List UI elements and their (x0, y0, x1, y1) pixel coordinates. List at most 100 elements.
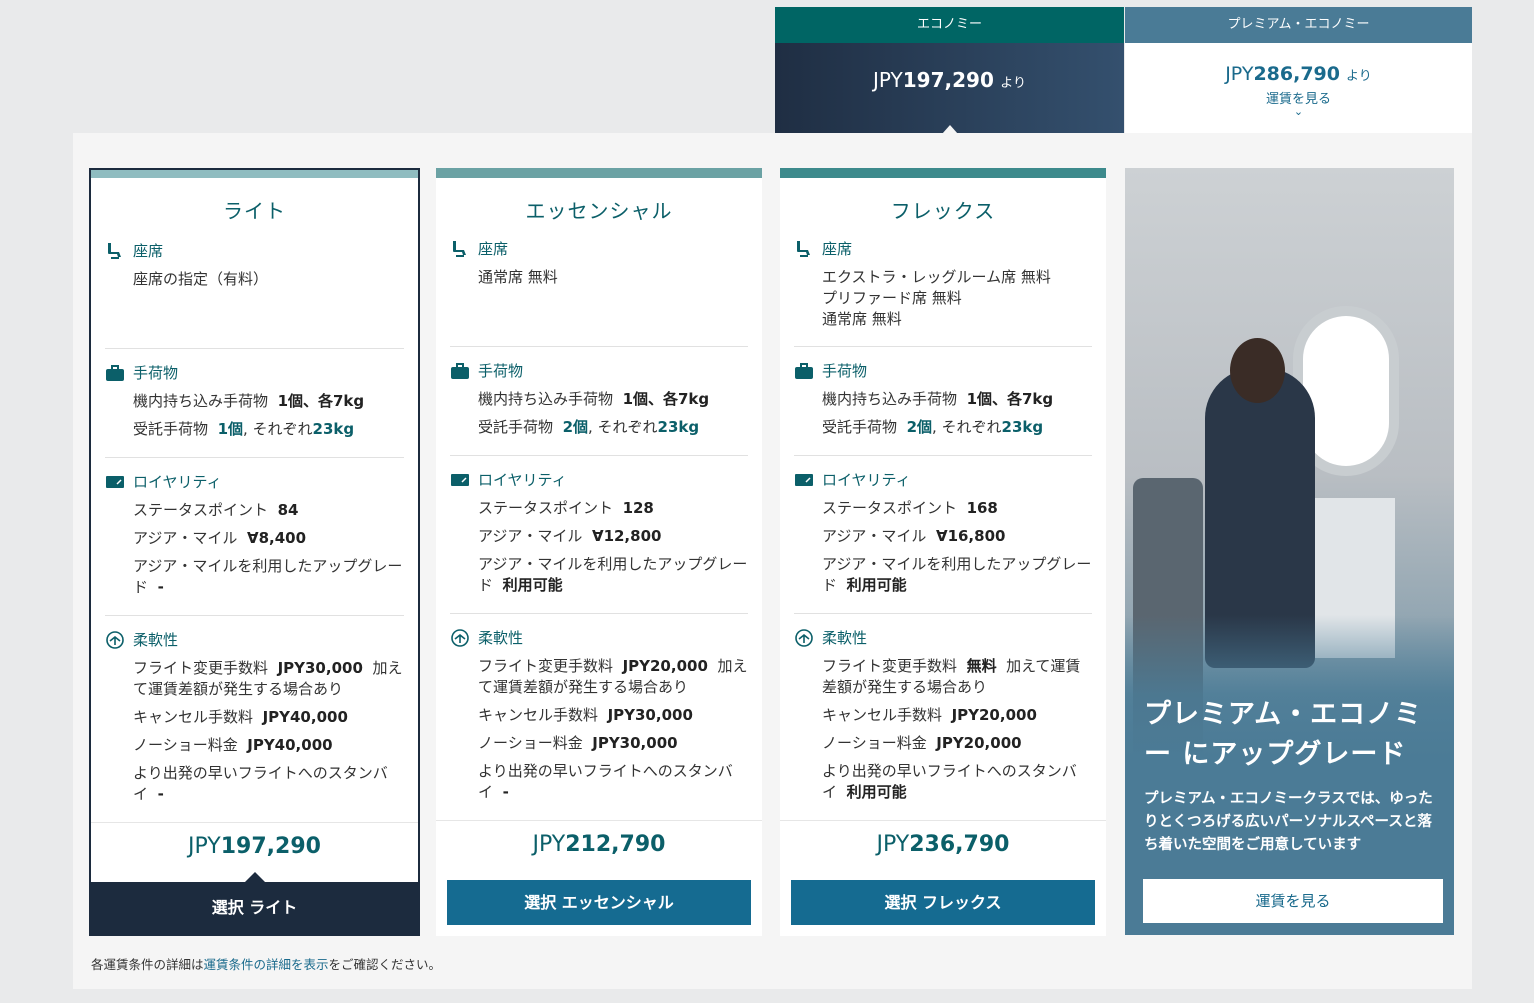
flexibility-section: 柔軟性 フライト変更手数料 JPY30,000 加えて運賃差額が発生する場合あり… (105, 629, 404, 805)
carry-on-line: 機内持ち込み手荷物 1個、各7kg (822, 390, 1054, 408)
loyalty-card-icon (795, 474, 813, 486)
asia-miles-icon: Ɐ (591, 527, 604, 545)
divider (450, 346, 748, 347)
seat-section-heading: 座席 (794, 238, 1092, 260)
standby-line: より出発の早いフライトへのスタンバイ 利用可能 (822, 762, 1077, 801)
chevron-down-icon[interactable]: ⌄ (1125, 106, 1472, 117)
loyalty-section: ロイヤリティ ステータスポイント 128 アジア・マイル Ɐ12,800 アジア… (450, 469, 748, 596)
cancel-fee-line: キャンセル手数料 JPY20,000 (822, 706, 1037, 724)
checked-baggage-line: 受託手荷物 2個, それぞれ23kg (822, 418, 1044, 436)
standby-line: より出発の早いフライトへのスタンバイ - (133, 764, 388, 803)
loyalty-section-heading: ロイヤリティ (105, 471, 404, 493)
upgrade-promo-card: プレミアム・エコノミー にアップグレード プレミアム・エコノミークラスでは、ゆっ… (1125, 168, 1454, 935)
divider (450, 455, 748, 456)
card-topbar (780, 168, 1106, 178)
flexibility-section-heading: 柔軟性 (450, 627, 748, 649)
seat-section: 座席 エクストラ・レッグルーム席 無料 プリファード席 無料 通常席 無料 (794, 238, 1092, 330)
loyalty-section-heading: ロイヤリティ (450, 469, 748, 491)
select-lite-button[interactable]: 選択 ライト (91, 872, 418, 934)
loyalty-card-icon (106, 476, 124, 488)
selected-caret (244, 872, 265, 882)
baggage-icon (451, 363, 469, 379)
carry-on-line: 機内持ち込み手荷物 1個、各7kg (478, 390, 710, 408)
asia-miles-line: アジア・マイル Ɐ16,800 (822, 527, 1006, 545)
no-show-fee-line: ノーショー料金 JPY20,000 (822, 734, 1022, 752)
passenger-head-image (1230, 338, 1285, 403)
upgrade-title: プレミアム・エコノミー にアップグレード (1144, 699, 1423, 770)
loyalty-section: ロイヤリティ ステータスポイント 84 アジア・マイル Ɐ8,400 アジア・マ… (105, 471, 404, 598)
status-points-line: ステータスポイント 168 (822, 499, 998, 517)
fare-card[interactable]: エッセンシャル 座席 通常席 無料 手荷物 機内持ち込み手荷物 1個、各7kg … (436, 168, 762, 936)
carry-on-line: 機内持ち込み手荷物 1個、各7kg (133, 392, 365, 410)
asia-miles-icon: Ɐ (246, 529, 259, 547)
select-fare-button[interactable]: 選択 フレックス (791, 880, 1095, 925)
flexibility-section: 柔軟性 フライト変更手数料 無料 加えて運賃差額が発生する場合あり キャンセル手… (794, 627, 1092, 803)
fare-title: ライト (223, 199, 286, 223)
cancel-fee-line: キャンセル手数料 JPY40,000 (133, 708, 348, 726)
divider (794, 613, 1092, 614)
change-fee-line: フライト変更手数料 JPY30,000 加えて運賃差額が発生する場合あり (133, 659, 403, 698)
flexibility-icon (795, 629, 813, 647)
upgrade-see-fares-button[interactable]: 運賃を見る (1143, 879, 1443, 923)
fare-price: JPY212,790 (532, 832, 666, 857)
economy-from-price: JPY197,290 より (873, 68, 1026, 92)
fare-price: JPY197,290 (188, 834, 321, 859)
status-points-line: ステータスポイント 128 (478, 499, 654, 517)
cancel-fee-line: キャンセル手数料 JPY30,000 (478, 706, 693, 724)
seat-icon (108, 243, 121, 259)
seat-section-heading: 座席 (450, 238, 748, 260)
seat-section: 座席 通常席 無料 (450, 238, 748, 288)
tab-premium-body[interactable]: JPY286,790 より 運賃を見る ⌄ (1125, 43, 1472, 133)
flexibility-section: 柔軟性 フライト変更手数料 JPY20,000 加えて運賃差額が発生する場合あり… (450, 627, 748, 803)
fare-title: エッセンシャル (525, 199, 673, 223)
baggage-icon (106, 365, 124, 381)
change-fee-line: フライト変更手数料 JPY20,000 加えて運賃差額が発生する場合あり (478, 657, 748, 696)
checked-baggage-line: 受託手荷物 1個, それぞれ23kg (133, 420, 355, 438)
flexibility-icon (451, 629, 469, 647)
select-fare-button[interactable]: 選択 エッセンシャル (447, 880, 751, 925)
seat-section-heading: 座席 (105, 240, 404, 262)
divider (105, 615, 404, 616)
seat-benefit-line: 通常席 無料 (822, 310, 902, 328)
seat-icon (453, 241, 466, 257)
fare-conditions-link[interactable]: 運賃条件の詳細を表示 (204, 957, 329, 972)
standby-line: より出発の早いフライトへのスタンバイ - (478, 762, 733, 801)
seat-benefit-line: 座席の指定（有料） (133, 270, 269, 288)
premium-from-price: JPY286,790 より (1225, 63, 1372, 85)
seat-section: 座席 座席の指定（有料） (105, 240, 404, 290)
loyalty-section: ロイヤリティ ステータスポイント 168 アジア・マイル Ɐ16,800 アジア… (794, 469, 1092, 596)
tab-economy-body[interactable]: JPY197,290 より (775, 43, 1124, 134)
seat-icon (797, 241, 810, 257)
fare-card[interactable]: ライト 座席 座席の指定（有料） 手荷物 機内持ち込み手荷物 1個、各7kg 受… (89, 168, 420, 936)
loyalty-section-heading: ロイヤリティ (794, 469, 1092, 491)
tab-premium-label: プレミアム・エコノミー (1125, 7, 1472, 43)
baggage-icon (795, 363, 813, 379)
baggage-section-heading: 手荷物 (450, 360, 748, 382)
seat-benefit-line: 通常席 無料 (478, 268, 558, 286)
tab-economy[interactable]: エコノミー JPY197,290 より (775, 7, 1124, 134)
miles-upgrade-line: アジア・マイルを利用したアップグレード 利用可能 (822, 555, 1092, 594)
baggage-section-heading: 手荷物 (105, 362, 404, 384)
upgrade-description: プレミアム・エコノミークラスでは、ゆったりとくつろげる広いパーソナルスペースと落… (1144, 791, 1433, 853)
card-topbar (91, 170, 418, 178)
tab-premium-economy[interactable]: プレミアム・エコノミー JPY286,790 より 運賃を見る ⌄ (1125, 7, 1472, 133)
miles-upgrade-line: アジア・マイルを利用したアップグレード 利用可能 (478, 555, 748, 594)
divider (450, 613, 748, 614)
flexibility-section-heading: 柔軟性 (105, 629, 404, 651)
loyalty-card-icon (451, 474, 469, 486)
checked-baggage-line: 受託手荷物 2個, それぞれ23kg (478, 418, 700, 436)
divider (105, 457, 404, 458)
baggage-section: 手荷物 機内持ち込み手荷物 1個、各7kg 受託手荷物 1個, それぞれ23kg (105, 362, 404, 440)
cabin-window-image (1303, 316, 1389, 466)
baggage-section-heading: 手荷物 (794, 360, 1092, 382)
flexibility-icon (106, 631, 124, 649)
divider (794, 455, 1092, 456)
asia-miles-icon: Ɐ (935, 527, 948, 545)
flexibility-section-heading: 柔軟性 (794, 627, 1092, 649)
baggage-section: 手荷物 機内持ち込み手荷物 1個、各7kg 受託手荷物 2個, それぞれ23kg (450, 360, 748, 438)
price-divider (780, 820, 1106, 821)
no-show-fee-line: ノーショー料金 JPY30,000 (478, 734, 678, 752)
fare-card[interactable]: フレックス 座席 エクストラ・レッグルーム席 無料 プリファード席 無料 通常席 無… (780, 168, 1106, 936)
fare-title: フレックス (890, 199, 996, 223)
change-fee-line: フライト変更手数料 無料 加えて運賃差額が発生する場合あり (822, 657, 1081, 696)
